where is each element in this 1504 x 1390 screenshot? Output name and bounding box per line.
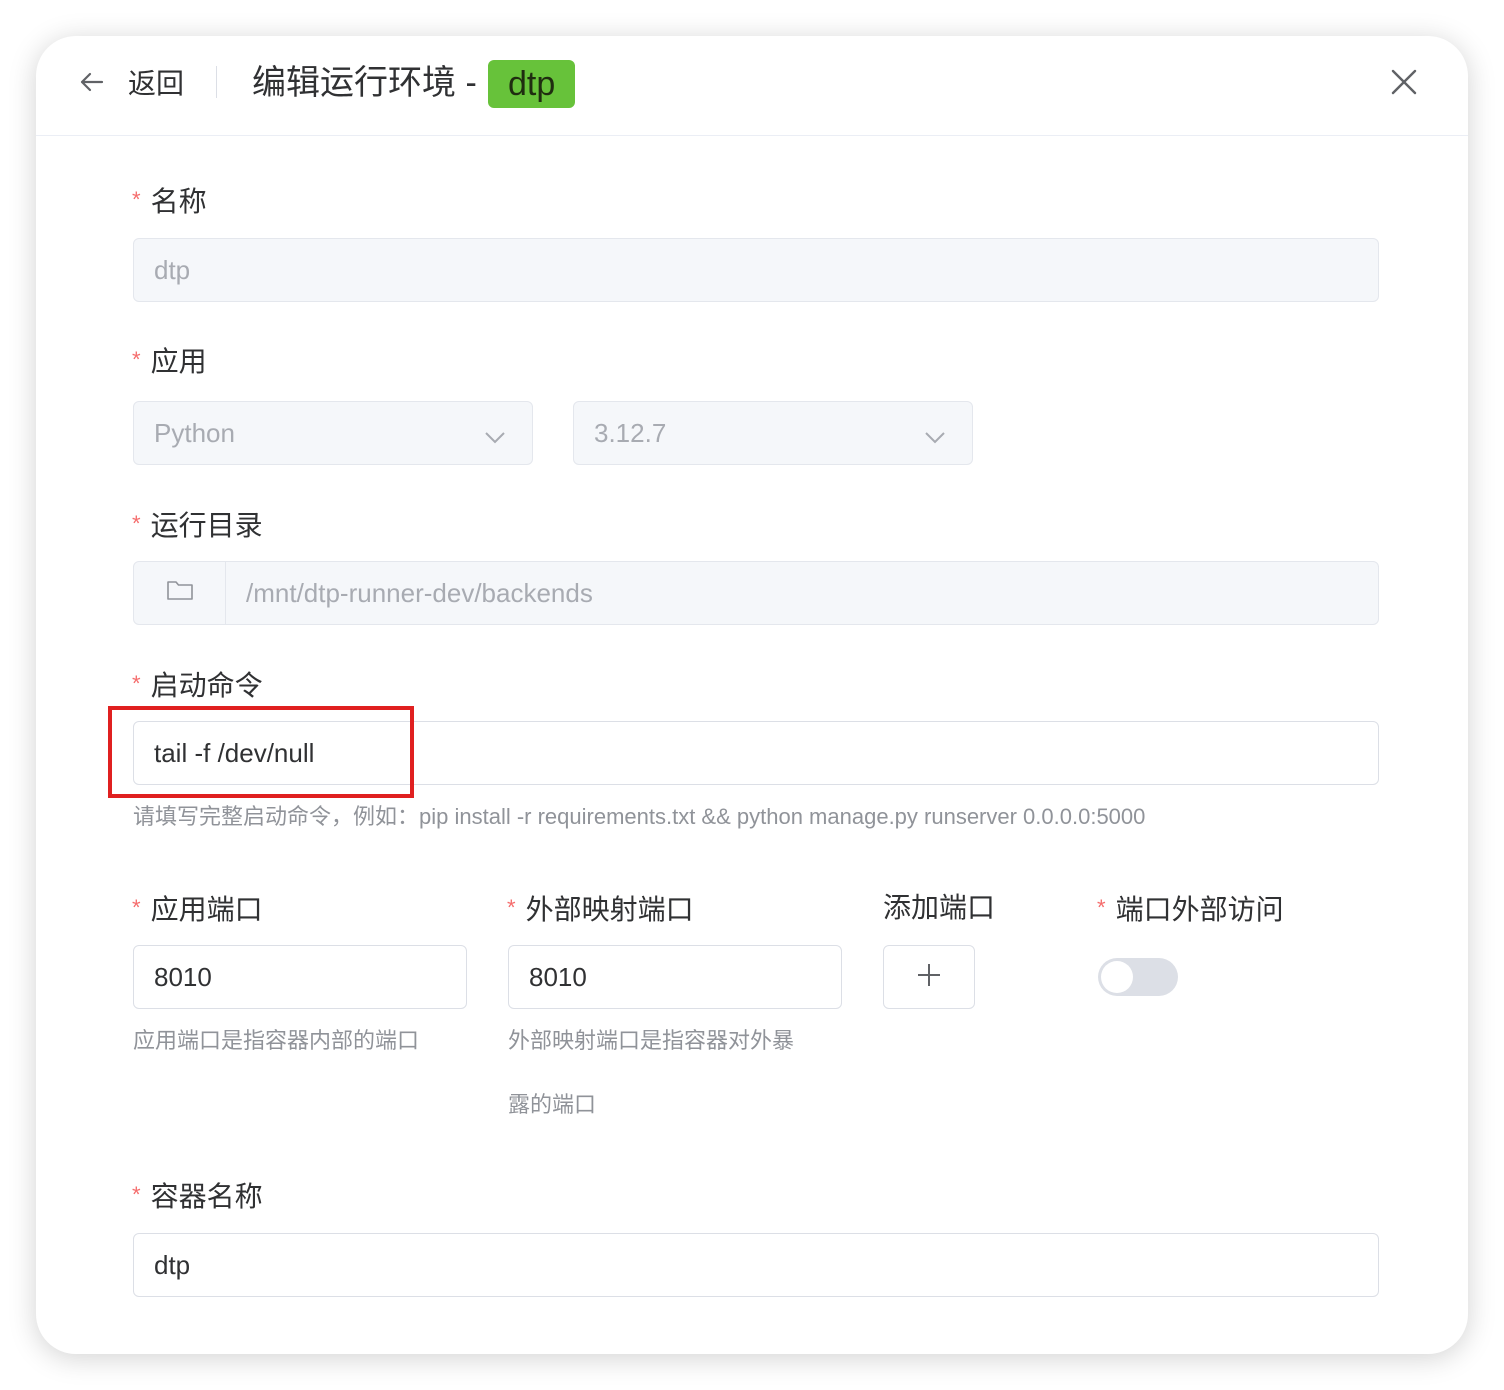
command-label: * 启动命令 xyxy=(132,666,263,704)
container-name-label-text: 容器名称 xyxy=(150,1181,263,1212)
back-label: 返回 xyxy=(128,68,185,99)
required-mark: * xyxy=(507,895,516,920)
required-mark: * xyxy=(1097,895,1106,920)
external-access-label: * 端口外部访问 xyxy=(1097,890,1284,928)
app-port-label: * 应用端口 xyxy=(132,890,263,928)
external-port-label: * 外部映射端口 xyxy=(507,890,694,928)
app-port-input[interactable]: 8010 xyxy=(133,945,467,1009)
external-access-label-text: 端口外部访问 xyxy=(1115,894,1284,925)
name-value: dtp xyxy=(154,254,191,285)
arrow-left-icon xyxy=(78,68,106,96)
dialog-title: 编辑运行环境 - xyxy=(252,64,477,102)
app-port-value: 8010 xyxy=(154,961,212,992)
required-mark: * xyxy=(132,895,141,920)
external-port-hint-line1: 外部映射端口是指容器对外暴 xyxy=(508,1028,795,1053)
command-label-text: 启动命令 xyxy=(150,670,263,701)
required-mark: * xyxy=(132,671,141,696)
app-port-hint: 应用端口是指容器内部的端口 xyxy=(133,1028,420,1053)
required-mark: * xyxy=(132,187,141,212)
app-label-text: 应用 xyxy=(150,346,207,377)
external-port-label-text: 外部映射端口 xyxy=(525,894,694,925)
chevron-down-icon xyxy=(924,424,946,446)
required-mark: * xyxy=(132,1182,141,1207)
run-dir-input[interactable]: /mnt/dtp-runner-dev/backends xyxy=(133,561,1379,625)
name-input[interactable]: dtp xyxy=(133,238,1379,302)
environment-tag: dtp xyxy=(488,60,576,108)
run-dir-label: * 运行目录 xyxy=(132,506,263,544)
runtime-value: Python xyxy=(154,417,235,448)
runtime-select[interactable]: Python xyxy=(133,401,533,465)
add-port-label: 添加端口 xyxy=(883,892,996,923)
run-dir-label-text: 运行目录 xyxy=(150,510,263,541)
toggle-knob xyxy=(1101,961,1133,993)
container-name-value: dtp xyxy=(154,1249,191,1280)
name-label: * 名称 xyxy=(132,182,207,220)
app-label: * 应用 xyxy=(132,342,207,380)
run-dir-value: /mnt/dtp-runner-dev/backends xyxy=(246,577,593,608)
plus-icon xyxy=(916,962,942,993)
name-label-text: 名称 xyxy=(150,186,207,217)
container-name-label: * 容器名称 xyxy=(132,1177,263,1215)
back-button[interactable]: 返回 xyxy=(78,62,184,102)
chevron-down-icon xyxy=(484,424,506,446)
version-select[interactable]: 3.12.7 xyxy=(573,401,973,465)
app-port-label-text: 应用端口 xyxy=(150,894,263,925)
folder-icon xyxy=(166,578,194,609)
required-mark: * xyxy=(132,347,141,372)
header-divider xyxy=(216,66,217,98)
external-port-hint-line2: 露的端口 xyxy=(508,1092,597,1117)
version-value: 3.12.7 xyxy=(594,417,667,448)
dialog-header: 返回 编辑运行环境 - dtp xyxy=(36,36,1468,136)
external-port-value: 8010 xyxy=(529,961,587,992)
highlight-annotation xyxy=(108,706,414,798)
container-name-input[interactable]: dtp xyxy=(133,1233,1379,1297)
external-access-toggle[interactable] xyxy=(1098,958,1178,996)
add-port-button[interactable] xyxy=(883,945,975,1009)
required-mark: * xyxy=(132,511,141,536)
command-hint: 请填写完整启动命令，例如：pip install -r requirements… xyxy=(133,804,1146,829)
external-port-input[interactable]: 8010 xyxy=(508,945,842,1009)
folder-button[interactable] xyxy=(134,562,226,624)
edit-runtime-dialog: 返回 编辑运行环境 - dtp * 名称 dtp * 应用 Python 3.12.… xyxy=(36,36,1468,1354)
close-icon[interactable] xyxy=(1388,66,1420,98)
